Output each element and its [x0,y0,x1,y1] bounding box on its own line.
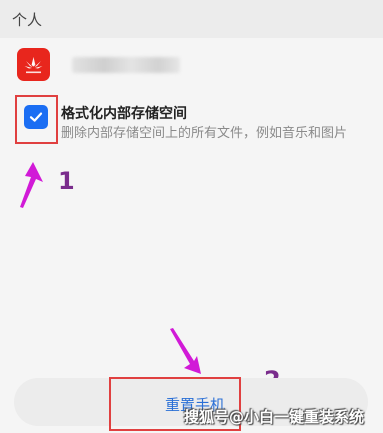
huawei-logo-icon [17,48,50,81]
account-row[interactable] [0,42,383,90]
section-title: 个人 [12,11,43,29]
annotation-arrow-icon [20,162,43,208]
format-storage-checkbox[interactable] [24,105,48,129]
section-header: 个人 [0,0,383,38]
checkmark-icon [29,112,43,122]
step-1-label: 1 [58,167,75,195]
option-title: 格式化内部存储空间 [61,106,187,122]
option-description: 删除内部存储空间上的所有文件，例如音乐和图片 [61,126,348,141]
format-storage-option[interactable]: 格式化内部存储空间 删除内部存储空间上的所有文件，例如音乐和图片 [0,92,383,172]
account-name-redacted [72,57,180,73]
watermark-text: 搜狐号@小白一键重装系统 [184,408,365,426]
annotation-arrow-icon [170,328,201,374]
